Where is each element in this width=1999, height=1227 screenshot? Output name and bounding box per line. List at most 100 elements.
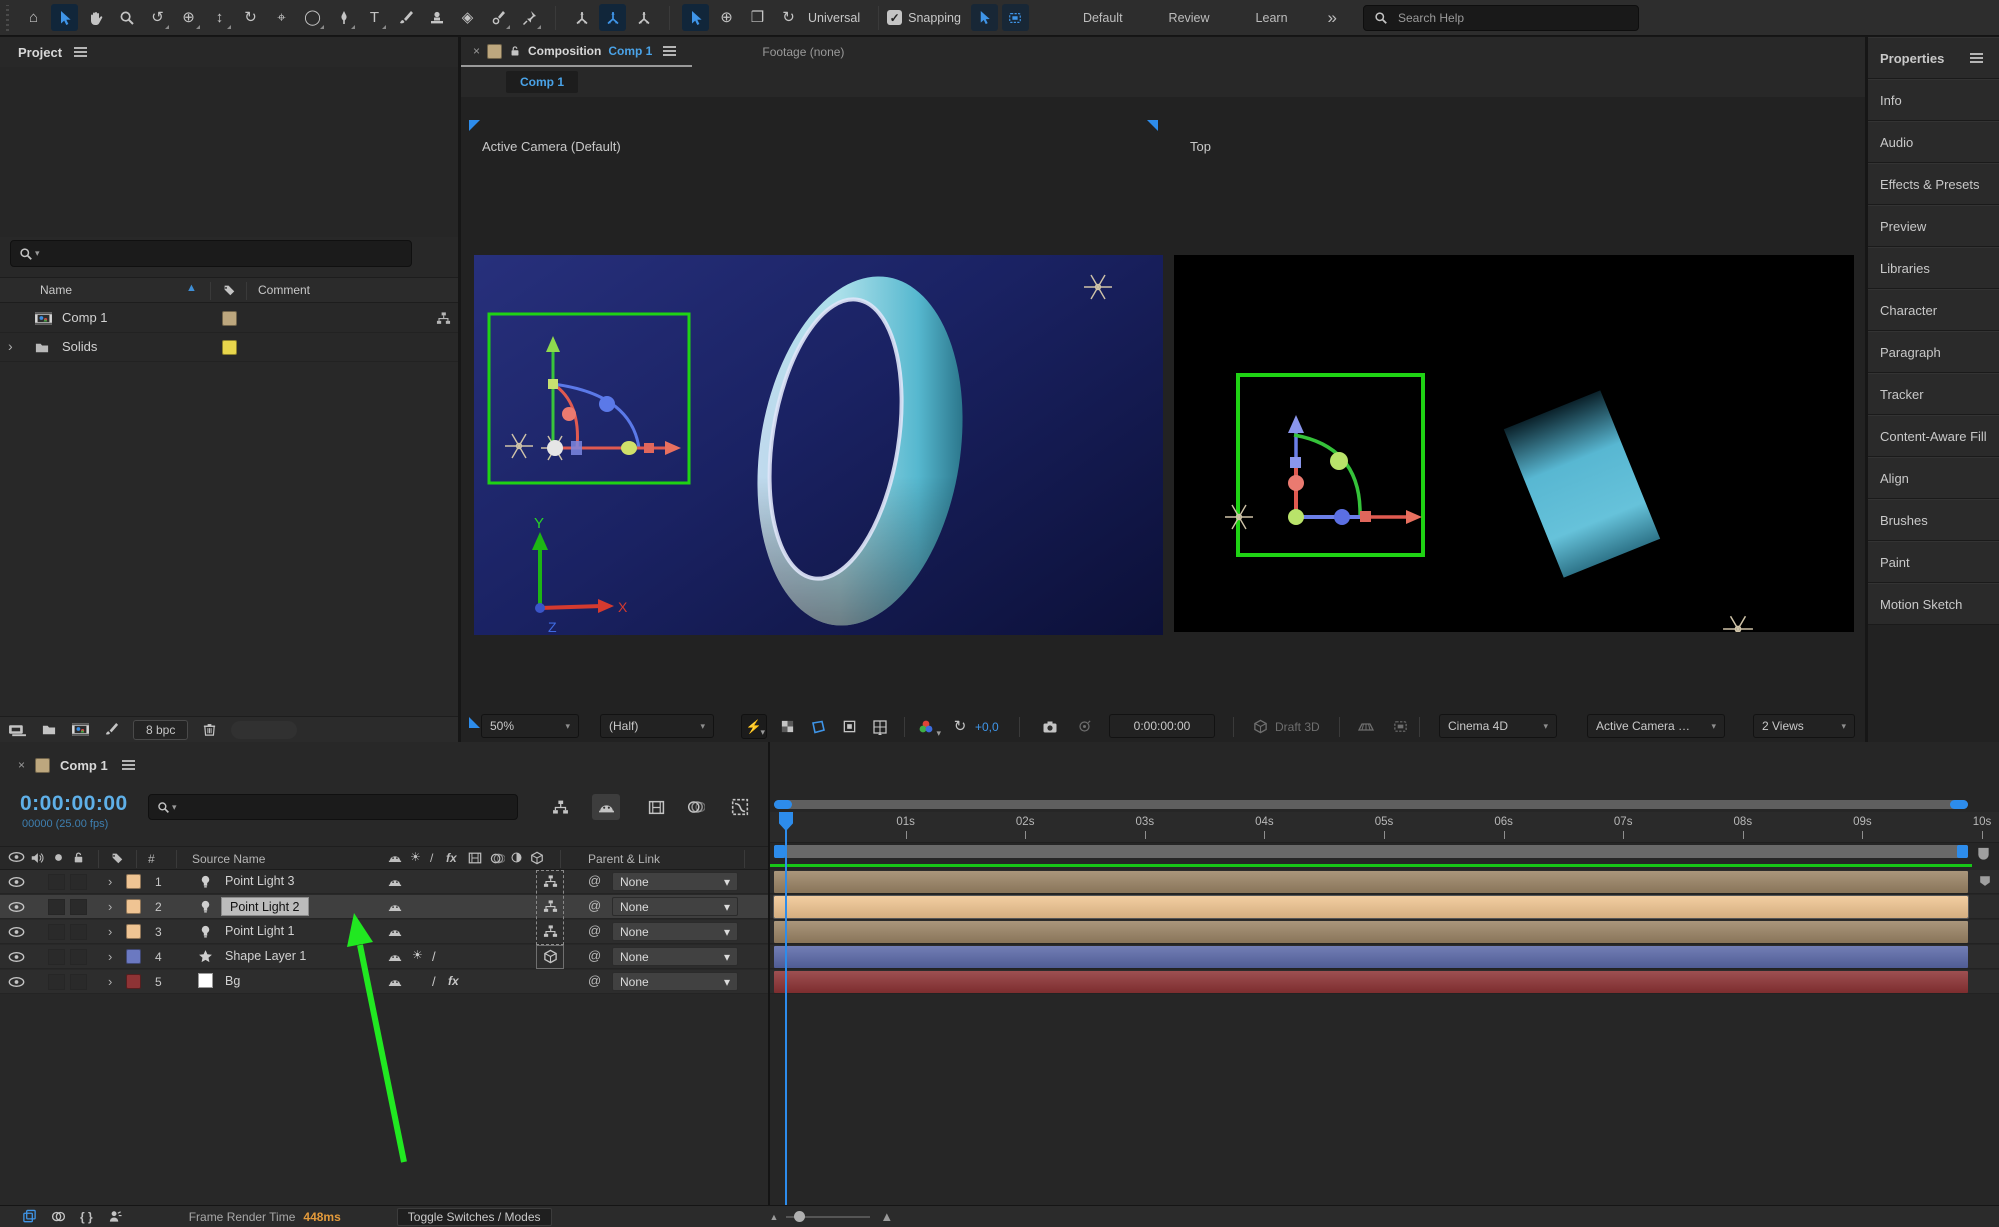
layer-expander-icon[interactable]: › xyxy=(108,899,112,914)
workspace-tab-default[interactable]: Default xyxy=(1083,11,1123,25)
layer-quality-toggle[interactable]: / xyxy=(432,974,436,989)
expander-icon[interactable]: › xyxy=(8,338,13,354)
clone-stamp-tool[interactable] xyxy=(423,4,450,31)
shy-switch-icon[interactable] xyxy=(388,851,402,865)
shy-master-toggle[interactable] xyxy=(592,794,620,820)
audio-column-icon[interactable] xyxy=(30,851,44,865)
universal-selection[interactable] xyxy=(682,4,709,31)
work-area-end-handle[interactable] xyxy=(1957,845,1968,858)
layer-row-point-light-3[interactable]: ›1Point Light 3@None▾ xyxy=(0,870,768,894)
solo-cell[interactable] xyxy=(70,949,87,965)
3d-switch-icon[interactable] xyxy=(530,851,544,865)
panel-rail-item-align[interactable]: Align xyxy=(1868,457,1999,499)
panel-rail-item-properties[interactable]: Properties xyxy=(1868,37,1999,79)
draft-3d-label[interactable]: Draft 3D xyxy=(1275,720,1320,734)
motion-blur-master-toggle[interactable] xyxy=(682,794,710,820)
parent-link-dropdown[interactable]: None▾ xyxy=(612,897,738,916)
label-color-swatch[interactable] xyxy=(222,340,237,355)
layer-row-point-light-1[interactable]: ›3Point Light 1@None▾ xyxy=(0,920,768,944)
layer-visibility-toggle[interactable] xyxy=(8,951,25,963)
adjustment-switch-icon[interactable] xyxy=(510,851,523,864)
layer-duration-bar[interactable] xyxy=(774,921,1968,943)
panel-rail-item-paint[interactable]: Paint xyxy=(1868,541,1999,583)
lock-column-icon[interactable] xyxy=(72,851,85,864)
solo-column-icon[interactable] xyxy=(52,851,65,864)
hand-tool[interactable] xyxy=(82,4,109,31)
magnification-dropdown[interactable]: 50%▾ xyxy=(481,714,579,738)
layer-collapse-toggle[interactable]: ☀ xyxy=(412,949,423,961)
layer-expander-icon[interactable]: › xyxy=(108,874,112,889)
transparency-grid-button[interactable] xyxy=(774,714,800,739)
layer-expander-icon[interactable]: › xyxy=(108,924,112,939)
rotation-tool[interactable]: ↻ xyxy=(237,4,264,31)
frame-blend-switch-icon[interactable] xyxy=(468,851,482,865)
playhead-line[interactable] xyxy=(785,812,787,1205)
layer-duration-bar[interactable] xyxy=(774,971,1968,993)
world-axis-mode[interactable] xyxy=(599,4,626,31)
column-comment[interactable]: Comment xyxy=(258,283,310,297)
work-area-bar[interactable] xyxy=(774,845,1968,858)
delete-icon[interactable] xyxy=(202,722,217,737)
tab-composition[interactable]: × Composition Comp 1 xyxy=(461,37,692,67)
layer-name[interactable]: Shape Layer 1 xyxy=(225,949,306,963)
timeline-search-field[interactable]: ▾ xyxy=(148,794,518,820)
quality-switch-icon[interactable]: / xyxy=(430,851,433,865)
universal-scale[interactable]: ❒ xyxy=(744,4,771,31)
parent-pickwhip-icon[interactable]: @ xyxy=(588,898,601,913)
toggle-switches-modes-button[interactable]: Toggle Switches / Modes xyxy=(397,1208,552,1226)
layer-label-swatch[interactable] xyxy=(126,899,141,914)
frame-blend-master-toggle[interactable] xyxy=(642,794,670,820)
project-search-field[interactable]: ▾ xyxy=(10,240,412,267)
transfer-controls-pane-icon[interactable] xyxy=(51,1209,66,1224)
brush-tool[interactable] xyxy=(392,4,419,31)
panel-menu-icon[interactable] xyxy=(1970,57,1983,59)
layer-name[interactable]: Bg xyxy=(225,974,240,988)
layer-shy-toggle[interactable] xyxy=(388,975,402,989)
panel-rail-item-audio[interactable]: Audio xyxy=(1868,121,1999,163)
audio-cell[interactable] xyxy=(48,899,65,915)
layer-shy-toggle[interactable] xyxy=(388,900,402,914)
layer-row-shape-layer-1[interactable]: ›4Shape Layer 1☀/@None▾ xyxy=(0,945,768,969)
workspace-tab-learn[interactable]: Learn xyxy=(1256,11,1288,25)
snapping-checkbox[interactable]: ✓ xyxy=(887,10,902,25)
puppet-pin-tool[interactable] xyxy=(516,4,543,31)
layer-visibility-toggle[interactable] xyxy=(8,876,25,888)
roto-brush-tool[interactable] xyxy=(485,4,512,31)
tab-footage[interactable]: Footage (none) xyxy=(762,45,844,59)
solo-cell[interactable] xyxy=(70,899,87,915)
solo-cell[interactable] xyxy=(70,924,87,940)
panel-rail-item-paragraph[interactable]: Paragraph xyxy=(1868,331,1999,373)
layer-expander-icon[interactable]: › xyxy=(108,974,112,989)
layer-label-swatch[interactable] xyxy=(126,949,141,964)
layer-shy-toggle[interactable] xyxy=(388,950,402,964)
layer-name[interactable]: Point Light 3 xyxy=(225,874,295,888)
zoom-in-mountain-icon[interactable]: ▲ xyxy=(880,1209,893,1224)
time-ruler[interactable]: 0s01s02s03s04s05s06s07s08s09s10s xyxy=(770,812,1999,843)
layer-visibility-toggle[interactable] xyxy=(8,976,25,988)
orbit-camera-tool[interactable]: ↺ xyxy=(144,4,171,31)
snap-to-features-button[interactable] xyxy=(1002,4,1029,31)
help-search-field[interactable]: Search Help xyxy=(1363,5,1639,31)
reset-exposure-button[interactable]: ↻ xyxy=(947,714,973,739)
mask-visibility-button[interactable] xyxy=(805,714,831,739)
layer-duration-bar[interactable] xyxy=(774,896,1968,918)
panel-menu-icon[interactable] xyxy=(122,764,135,766)
zoom-out-mountain-icon[interactable]: ▲ xyxy=(770,1212,779,1222)
layer-visibility-toggle[interactable] xyxy=(8,926,25,938)
close-icon[interactable]: × xyxy=(18,758,25,772)
label-column-icon[interactable] xyxy=(222,283,236,297)
solo-cell[interactable] xyxy=(70,974,87,990)
tab-label-swatch[interactable] xyxy=(35,758,50,773)
parent-link-dropdown[interactable]: None▾ xyxy=(612,872,738,891)
comp-marker-bin-icon[interactable] xyxy=(1976,846,1991,861)
graph-editor-toggle[interactable] xyxy=(726,794,754,820)
snap-along-edges-button[interactable] xyxy=(971,4,998,31)
layer-duration-bar[interactable] xyxy=(774,871,1968,893)
zoom-tool[interactable] xyxy=(113,4,140,31)
layer-label-swatch[interactable] xyxy=(126,974,141,989)
video-column-icon[interactable] xyxy=(8,851,25,863)
snapshot-camera-icon[interactable] xyxy=(1037,714,1063,739)
fast-previews-button[interactable]: ⚡▾ xyxy=(741,714,767,739)
resolution-dropdown[interactable]: (Half)▾ xyxy=(600,714,714,738)
parent-link-dropdown[interactable]: None▾ xyxy=(612,947,738,966)
